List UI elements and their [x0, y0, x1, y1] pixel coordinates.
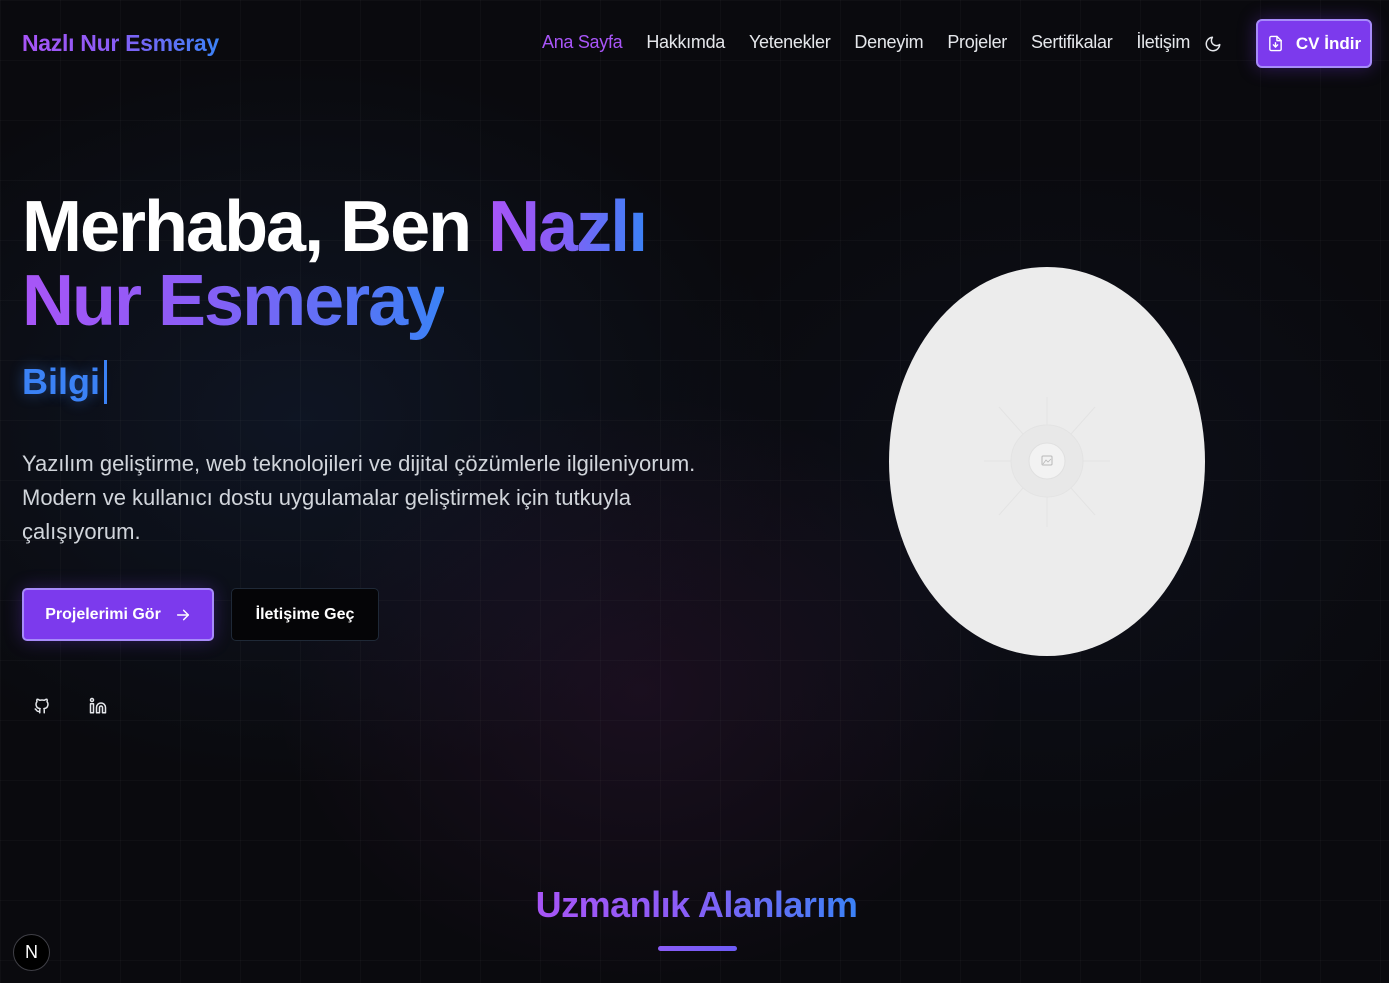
- nav-link-deneyim[interactable]: Deneyim: [854, 32, 923, 53]
- hero-description: Yazılım geliştirme, web teknolojileri ve…: [22, 451, 696, 544]
- typed-role-text: Bilgi: [22, 360, 107, 404]
- arrow-right-icon: [176, 609, 189, 620]
- hero-title: Merhaba, Ben Nazlı Nur Esmeray: [22, 187, 648, 341]
- contact-button[interactable]: İletişime Geç: [231, 588, 379, 641]
- navbar: Nazlı Nur Esmeray Ana Sayfa Hakkımda Yet…: [0, 0, 1389, 88]
- nav-links: Ana Sayfa Hakkımda Yetenekler Deneyim Pr…: [542, 32, 1214, 53]
- section-title: Uzmanlık Alanlarım: [0, 884, 1389, 926]
- nav-link-sertifikalar[interactable]: Sertifikalar: [1031, 32, 1113, 53]
- cv-download-label: CV İndir: [1295, 33, 1362, 53]
- nav-link-projeler[interactable]: Projeler: [947, 32, 1007, 53]
- linkedin-icon: [89, 697, 107, 714]
- contact-button-label: İletişime Geç: [255, 605, 355, 623]
- page: Nazlı Nur Esmeray Ana Sayfa Hakkımda Yet…: [0, 0, 1389, 983]
- nav-link-iletisim[interactable]: İletişim: [1136, 32, 1190, 53]
- section-underline: [658, 946, 737, 951]
- view-projects-label: Projelerimi Gör: [45, 605, 161, 623]
- github-icon: [34, 698, 49, 714]
- nav-link-ana-sayfa[interactable]: Ana Sayfa: [542, 32, 623, 53]
- nav-link-yetenekler[interactable]: Yetenekler: [749, 32, 831, 53]
- file-download-icon: [1269, 35, 1282, 52]
- linkedin-link[interactable]: [85, 693, 111, 719]
- image-placeholder-icon: [984, 397, 1110, 527]
- hero-title-name-rest: Nur Esmeray: [22, 261, 446, 341]
- typed-text: Bilgi: [22, 361, 100, 402]
- nextjs-badge-label: N: [25, 942, 38, 962]
- view-projects-button[interactable]: Projelerimi Gör: [22, 588, 214, 641]
- hero-title-name-first: Nazlı: [488, 187, 648, 267]
- nextjs-badge[interactable]: N: [13, 934, 50, 971]
- moon-icon: [1205, 36, 1221, 52]
- nav-link-hakkimda[interactable]: Hakkımda: [646, 32, 725, 53]
- hero-title-prefix: Merhaba, Ben: [22, 187, 489, 267]
- typing-caret: [104, 360, 107, 404]
- cv-download-button[interactable]: CV İndir: [1256, 19, 1372, 68]
- section-title-text: Uzmanlık Alanlarım: [535, 884, 858, 925]
- brand-logo[interactable]: Nazlı Nur Esmeray: [22, 30, 219, 57]
- theme-toggle-button[interactable]: [1200, 31, 1226, 57]
- profile-avatar: [889, 267, 1205, 656]
- github-link[interactable]: [29, 693, 55, 719]
